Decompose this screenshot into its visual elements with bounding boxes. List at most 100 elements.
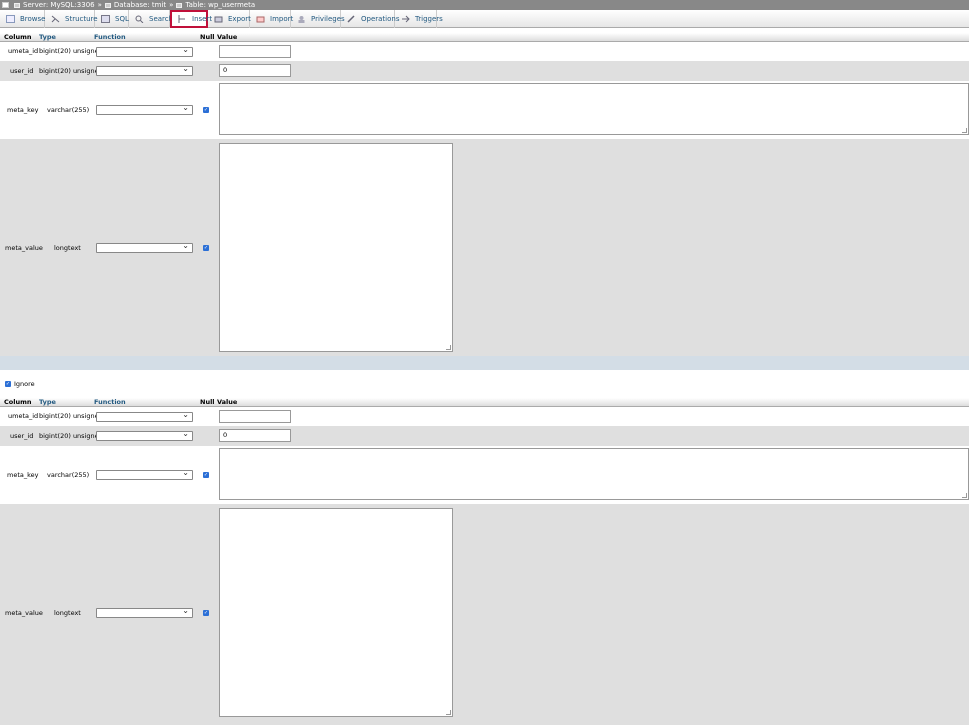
column-type: longtext [54, 609, 81, 617]
header-null: Null [200, 33, 215, 41]
column-name: meta_value [5, 244, 43, 252]
sql-icon [101, 15, 110, 23]
header-function[interactable]: Function [94, 398, 126, 407]
column-name: umeta_id [8, 412, 39, 420]
value-input[interactable]: 0 [219, 429, 291, 442]
resize-handle-icon[interactable] [446, 710, 451, 715]
tab-label: Structure [65, 15, 98, 23]
function-select[interactable] [96, 64, 193, 76]
tab-insert[interactable]: Insert [170, 10, 212, 28]
server-icon [14, 2, 20, 8]
triggers-icon [401, 15, 410, 23]
table-row: umeta_id bigint(20) unsigned [0, 408, 969, 426]
header-null: Null [200, 398, 215, 406]
value-input[interactable] [219, 410, 291, 423]
column-type: bigint(20) unsigned [39, 47, 103, 55]
table-header: Column Type Function Null Value [0, 33, 969, 42]
nav-toggle-icon[interactable] [2, 2, 9, 8]
value-textarea[interactable] [219, 508, 453, 717]
tab-structure[interactable]: Structure [45, 10, 98, 28]
column-type: longtext [54, 244, 81, 252]
header-type[interactable]: Type [39, 33, 56, 42]
tab-sql[interactable]: SQL [95, 10, 129, 28]
function-select[interactable] [96, 410, 193, 422]
insert-icon [178, 15, 187, 23]
header-value: Value [217, 398, 238, 406]
privileges-icon [297, 15, 306, 23]
table-row: meta_key varchar(255) ✓ [0, 446, 969, 504]
function-select[interactable] [96, 45, 193, 57]
tab-browse[interactable]: Browse [0, 10, 46, 28]
search-icon [135, 15, 144, 24]
ignore-label: Ignore [14, 380, 35, 388]
structure-icon [51, 15, 60, 23]
tab-label: Triggers [415, 15, 443, 23]
resize-handle-icon[interactable] [962, 493, 967, 498]
tab-label: Export [228, 15, 251, 23]
tab-operations[interactable]: Operations [341, 10, 399, 28]
column-name: meta_key [7, 106, 39, 114]
import-icon [256, 15, 265, 23]
column-name: user_id [10, 432, 34, 440]
null-checkbox[interactable]: ✓ [203, 245, 209, 251]
column-name: meta_key [7, 471, 39, 479]
ignore-option[interactable]: ✓ Ignore [5, 380, 35, 388]
database-icon [104, 2, 111, 8]
breadcrumb: Server: MySQL:3306 » Database: tmit » Ta… [14, 0, 255, 10]
value-textarea[interactable] [219, 448, 969, 500]
tab-label: Operations [361, 15, 400, 23]
breadcrumb-bar: Server: MySQL:3306 » Database: tmit » Ta… [0, 0, 969, 10]
table-row: meta_value longtext ✓ [0, 139, 969, 356]
tab-bar: Browse Structure SQL Search Insert Expor… [0, 10, 969, 28]
breadcrumb-database[interactable]: Database: tmit [114, 0, 166, 10]
operations-icon [347, 15, 356, 23]
breadcrumb-server[interactable]: Server: MySQL:3306 [23, 0, 95, 10]
column-type: bigint(20) unsigned [39, 432, 103, 440]
function-select[interactable] [96, 429, 193, 441]
function-select[interactable] [96, 606, 193, 618]
tab-import[interactable]: Import [250, 10, 294, 28]
resize-handle-icon[interactable] [962, 128, 967, 133]
function-select[interactable] [96, 103, 193, 115]
resize-handle-icon[interactable] [446, 345, 451, 350]
value-input[interactable] [219, 45, 291, 58]
ignore-checkbox[interactable]: ✓ [5, 381, 11, 387]
browse-icon [6, 15, 15, 23]
table-row: user_id bigint(20) unsigned 0 [0, 426, 969, 446]
header-type[interactable]: Type [39, 398, 56, 407]
table-row: user_id bigint(20) unsigned 0 [0, 61, 969, 81]
table-icon [176, 2, 183, 8]
tab-label: SQL [115, 15, 129, 23]
column-name: meta_value [5, 609, 43, 617]
column-type: bigint(20) unsigned [39, 412, 103, 420]
tab-triggers[interactable]: Triggers [395, 10, 443, 28]
table-row: meta_key varchar(255) ✓ [0, 81, 969, 139]
table-header: Column Type Function Null Value [0, 398, 969, 407]
tab-label: Browse [20, 15, 46, 23]
column-type: bigint(20) unsigned [39, 67, 103, 75]
breadcrumb-table[interactable]: Table: wp_usermeta [185, 0, 255, 10]
value-textarea[interactable] [219, 143, 453, 352]
column-type: varchar(255) [47, 471, 90, 479]
header-function[interactable]: Function [94, 33, 126, 42]
null-checkbox[interactable]: ✓ [203, 610, 209, 616]
header-value: Value [217, 33, 238, 41]
tab-search[interactable]: Search [129, 10, 173, 28]
value-textarea[interactable] [219, 83, 969, 135]
null-checkbox[interactable]: ✓ [203, 107, 209, 113]
header-column: Column [4, 398, 32, 406]
tab-privileges[interactable]: Privileges [291, 10, 345, 28]
tab-label: Import [270, 15, 294, 23]
header-column: Column [4, 33, 32, 41]
column-name: user_id [10, 67, 34, 75]
column-type: varchar(255) [47, 106, 90, 114]
tab-export[interactable]: Export [208, 10, 251, 28]
breadcrumb-separator: » [97, 1, 102, 9]
function-select[interactable] [96, 241, 193, 253]
null-checkbox[interactable]: ✓ [203, 472, 209, 478]
table-row: umeta_id bigint(20) unsigned [0, 43, 969, 61]
export-icon [214, 15, 223, 23]
column-name: umeta_id [8, 47, 39, 55]
value-input[interactable]: 0 [219, 64, 291, 77]
function-select[interactable] [96, 468, 193, 480]
